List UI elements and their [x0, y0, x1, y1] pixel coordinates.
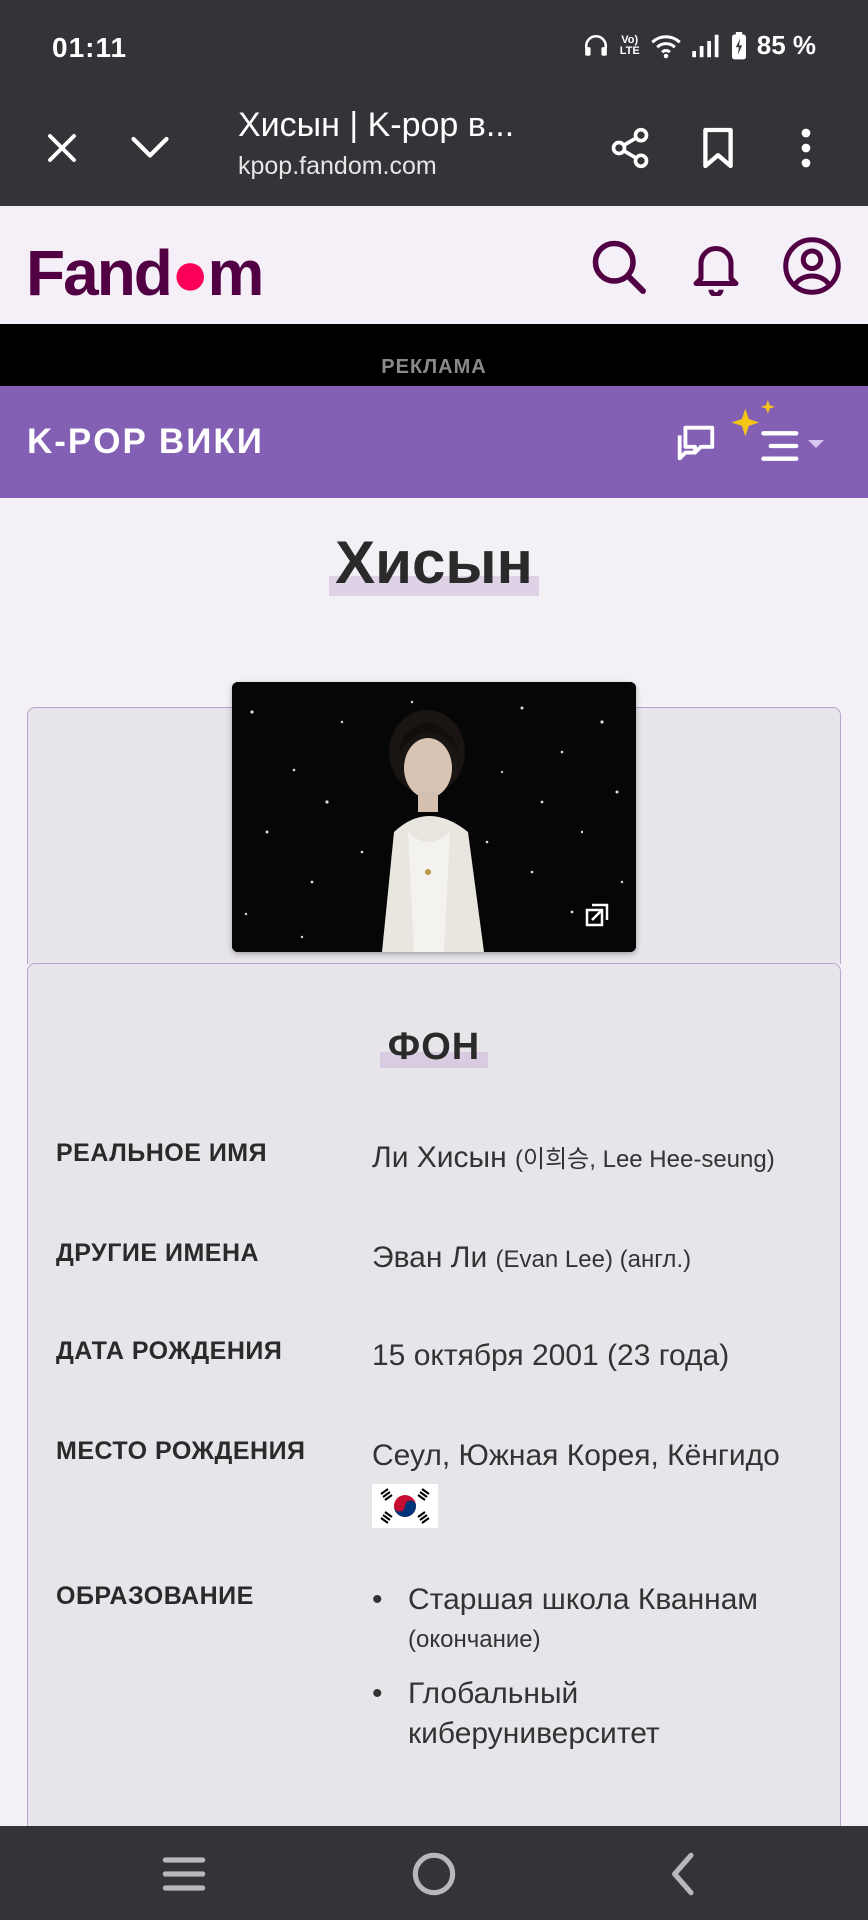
more-options-icon[interactable] — [776, 118, 836, 178]
page-title-text: Хисын — [329, 529, 539, 596]
logo-text-end: m — [207, 237, 265, 309]
logo-text-flame: d — [133, 237, 173, 309]
tab-title[interactable]: Хисын | K-pop в... — [238, 106, 514, 145]
label-birth-place: МЕСТО РОЖДЕНИЯ — [56, 1437, 306, 1465]
value-birth-place: Сеул, Южная Корея, Кёнгидо — [372, 1436, 780, 1539]
ad-label: РЕКЛАМА — [381, 356, 487, 378]
headphones-icon — [584, 34, 607, 56]
dropdown-arrow-icon[interactable] — [806, 438, 826, 452]
browser-toolbar: Хисын | K-pop в... kpop.fandom.com — [0, 88, 868, 206]
discussions-icon[interactable] — [672, 420, 718, 466]
other-names-text: Эван Ли — [372, 1241, 488, 1274]
close-icon[interactable] — [32, 118, 92, 178]
ad-banner: РЕКЛАМА — [0, 324, 868, 386]
wiki-bar: K-POP ВИКИ — [0, 386, 868, 498]
home-icon[interactable] — [406, 1846, 462, 1902]
recent-apps-icon[interactable] — [156, 1846, 212, 1902]
label-education: ОБРАЗОВАНИЕ — [56, 1582, 254, 1610]
education-item-1: • Старшая школа Кваннам (окончание) — [372, 1580, 828, 1660]
page-title: Хисын — [0, 528, 868, 597]
education-item-2: • Глобальный киберуниверситет — [372, 1674, 828, 1754]
flame-icon: ● — [170, 237, 210, 309]
volte-icon: Vo) LTE — [619, 33, 640, 57]
wifi-icon — [650, 34, 681, 58]
infobox: ФОН РЕАЛЬНОЕ ИМЯ Ли Хисын (이희승, Lee Hee-… — [27, 963, 841, 1845]
real-name-native: (이희승, Lee Hee-seung) — [515, 1146, 775, 1173]
signal-icon — [691, 34, 719, 57]
tab-url[interactable]: kpop.fandom.com — [238, 152, 437, 181]
menu-icon[interactable] — [756, 426, 800, 466]
logo-text-start: Fan — [26, 237, 136, 309]
profile-photo[interactable] — [232, 682, 636, 952]
bullet-dot: • — [372, 1583, 383, 1616]
bell-icon[interactable] — [686, 236, 746, 296]
label-real-name: РЕАЛЬНОЕ ИМЯ — [56, 1139, 268, 1167]
expand-image-icon[interactable] — [582, 900, 612, 930]
status-bar: 01:11 Vo) LTE 85 % — [0, 0, 868, 88]
battery-icon — [731, 31, 746, 59]
south-korea-flag-icon — [372, 1484, 438, 1528]
chevron-down-icon[interactable] — [120, 118, 180, 178]
education-item-2-line2[interactable]: киберуниверситет — [408, 1714, 828, 1754]
system-nav-bar — [0, 1826, 868, 1920]
back-icon[interactable] — [656, 1846, 712, 1902]
label-birth-date: ДАТА РОЖДЕНИЯ — [56, 1337, 283, 1365]
search-icon[interactable] — [588, 236, 648, 296]
education-item-1-note: (окончание) — [408, 1626, 541, 1653]
fandom-logo[interactable]: Fand●m — [26, 236, 265, 310]
status-time: 01:11 — [52, 32, 128, 63]
battery-percent: 85 % — [756, 30, 816, 60]
label-other-names: ДРУГИЕ ИМЕНА — [56, 1239, 260, 1267]
infobox-section-title: ФОН — [28, 1026, 840, 1069]
value-other-names: Эван Ли (Evan Lee) (англ.) — [372, 1238, 691, 1280]
bookmark-icon[interactable] — [688, 118, 748, 178]
bullet-dot: • — [372, 1677, 383, 1710]
value-real-name: Ли Хисын (이희승, Lee Hee-seung) — [372, 1138, 775, 1180]
real-name-text: Ли Хисын — [372, 1141, 507, 1174]
user-account-icon[interactable] — [782, 236, 842, 296]
value-birth-date: 15 октября 2001 (23 года) — [372, 1339, 730, 1372]
status-icons: Vo) LTE 85 % — [583, 30, 816, 61]
share-icon[interactable] — [600, 118, 660, 178]
wiki-name[interactable]: K-POP ВИКИ — [27, 422, 264, 462]
education-item-2-line1[interactable]: Глобальный — [408, 1674, 828, 1714]
birth-place-text: Сеул, Южная Корея, Кёнгидо — [372, 1439, 780, 1472]
fandom-header: Fand●m — [0, 206, 868, 324]
education-item-1-text[interactable]: Старшая школа Кваннам — [408, 1580, 828, 1620]
other-names-note: (Evan Lee) (англ.) — [495, 1246, 692, 1273]
section-title-text: ФОН — [379, 1026, 489, 1068]
